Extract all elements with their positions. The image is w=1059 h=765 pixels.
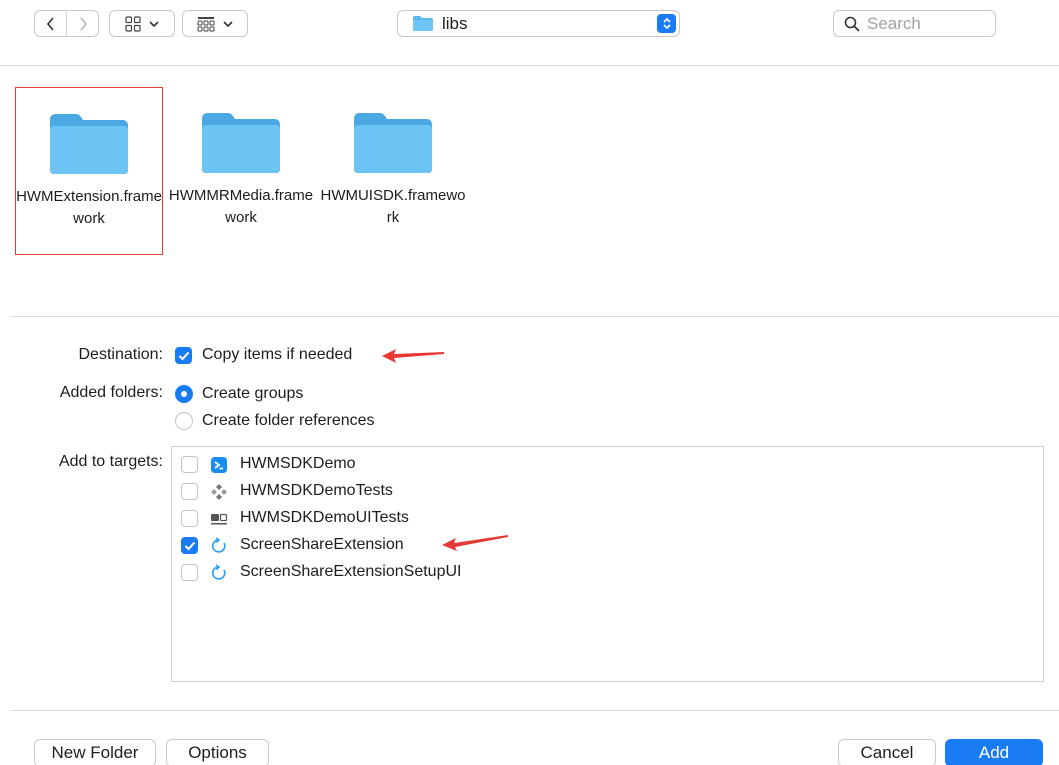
targets-list: HWMSDKDemo HWMSDKDemoTests HWMSDKDemoUIT… — [171, 446, 1044, 682]
target-label: HWMSDKDemoTests — [240, 482, 393, 499]
new-folder-button[interactable]: New Folder — [34, 739, 156, 765]
icon-view-button[interactable] — [109, 10, 175, 37]
copy-items-label: Copy items if needed — [202, 346, 353, 363]
folder-icon — [354, 113, 432, 173]
target-label: ScreenShareExtensionSetupUI — [240, 563, 462, 580]
target-row[interactable]: ScreenShareExtension — [180, 535, 880, 557]
file-item[interactable]: HWMUISDK.framework — [319, 87, 467, 255]
folder-icon — [50, 114, 128, 174]
target-checkbox[interactable] — [181, 510, 198, 527]
grid-view-icon — [125, 15, 141, 32]
navigation-segment — [34, 10, 99, 37]
chevron-down-icon — [149, 20, 159, 27]
file-item[interactable]: HWMMRMedia.framework — [167, 87, 315, 255]
chevron-right-icon — [79, 16, 87, 31]
divider — [10, 710, 1059, 711]
ui-test-icon — [210, 510, 228, 528]
create-groups-radio[interactable] — [175, 385, 193, 403]
target-checkbox[interactable] — [181, 564, 198, 581]
folder-icon — [202, 113, 280, 173]
file-browser: HWMExtension.framework HWMMRMedia.framew… — [0, 67, 1059, 316]
extension-icon — [210, 537, 228, 555]
search-field[interactable] — [833, 10, 996, 37]
create-folder-references-radio[interactable] — [175, 412, 193, 430]
target-checkbox[interactable] — [181, 537, 198, 554]
target-row[interactable]: ScreenShareExtensionSetupUI — [180, 562, 880, 584]
copy-items-checkbox[interactable] — [175, 347, 192, 364]
target-checkbox[interactable] — [181, 456, 198, 473]
forward-button[interactable] — [67, 11, 98, 36]
chevron-down-icon — [223, 20, 233, 27]
checkmark-icon — [178, 351, 189, 360]
add-button[interactable]: Add — [945, 739, 1043, 765]
create-groups-label: Create groups — [202, 385, 304, 402]
annotation-arrow-icon — [442, 535, 508, 551]
toolbar: libs — [0, 0, 1059, 66]
target-row[interactable]: HWMSDKDemoUITests — [180, 508, 880, 530]
search-input[interactable] — [867, 13, 987, 34]
add-to-targets-label: Add to targets: — [58, 453, 163, 470]
search-icon — [844, 16, 860, 32]
target-label: HWMSDKDemoUITests — [240, 509, 409, 526]
target-label: ScreenShareExtension — [240, 536, 404, 553]
unit-test-icon — [210, 483, 228, 501]
location-label: libs — [442, 13, 468, 33]
target-row[interactable]: HWMSDKDemoTests — [180, 481, 880, 503]
added-folders-label: Added folders: — [59, 384, 163, 401]
popup-stepper-icon — [657, 14, 676, 33]
file-name: HWMUISDK.framework — [320, 187, 466, 226]
chevron-left-icon — [46, 16, 54, 31]
group-view-button[interactable] — [182, 10, 248, 37]
cancel-button[interactable]: Cancel — [838, 739, 936, 765]
folder-icon — [413, 16, 433, 31]
back-button[interactable] — [35, 11, 67, 36]
checkmark-icon — [184, 541, 195, 550]
create-folder-references-label: Create folder references — [202, 412, 375, 429]
target-row[interactable]: HWMSDKDemo — [180, 454, 880, 476]
options-button[interactable]: Options — [166, 739, 269, 765]
annotation-arrow-icon — [382, 349, 444, 363]
destination-label: Destination: — [78, 346, 164, 363]
group-grid-icon — [197, 16, 215, 31]
file-name: HWMExtension.framework — [16, 188, 162, 227]
target-checkbox[interactable] — [181, 483, 198, 500]
divider — [10, 316, 1059, 317]
target-label: HWMSDKDemo — [240, 455, 356, 472]
file-name: HWMMRMedia.framework — [168, 187, 314, 226]
extension-icon — [210, 564, 228, 582]
file-item[interactable]: HWMExtension.framework — [15, 87, 163, 255]
app-target-icon — [210, 456, 228, 474]
location-popup[interactable]: libs — [397, 10, 680, 37]
